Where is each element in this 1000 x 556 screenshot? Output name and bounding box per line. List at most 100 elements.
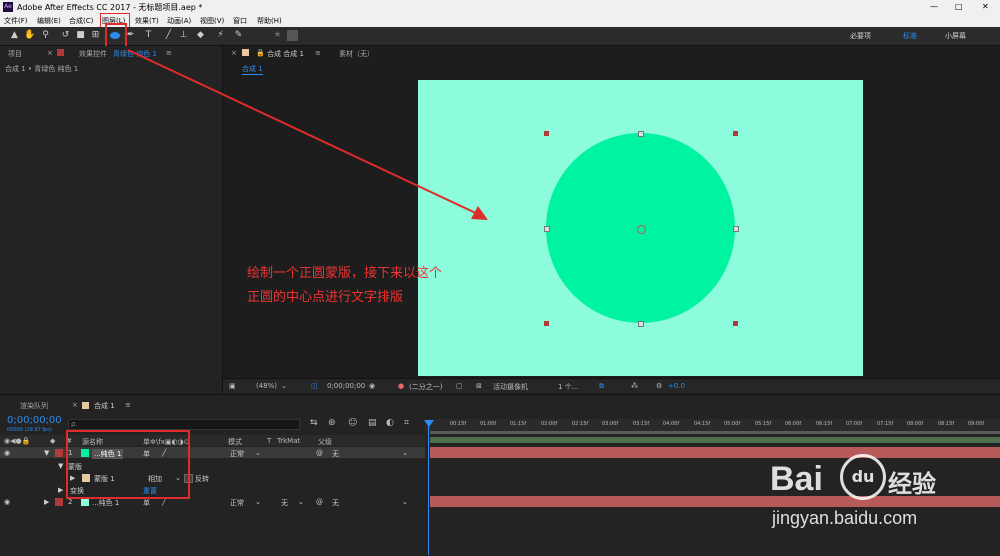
monitor-icon[interactable]: ▣ (229, 382, 236, 390)
visibility-eye-icon[interactable]: ◉ (4, 449, 10, 457)
color-channels-icon[interactable]: ● (398, 382, 404, 390)
comp-subtab[interactable]: 合成 1 (242, 64, 263, 75)
snapping-icon[interactable] (287, 30, 298, 41)
camera-tool-icon[interactable]: ■ (75, 30, 86, 41)
close-icon[interactable]: × (72, 401, 78, 409)
exposure-icon[interactable]: ⚙ (656, 382, 662, 390)
layer-mode[interactable]: 正常 (230, 498, 244, 508)
roto-brush-tool-icon[interactable]: ⚡ (215, 30, 226, 41)
chevron-down-icon[interactable]: ⌄ (255, 498, 261, 506)
zoom-tool-icon[interactable]: ⚲ (40, 30, 51, 41)
tab-render-queue[interactable]: 渲染队列 (20, 401, 48, 411)
transparency-grid-icon[interactable]: ⊠ (476, 382, 482, 390)
bbox-handle-top-left[interactable] (544, 131, 549, 136)
quality-switch-icon[interactable]: ╱ (162, 498, 166, 506)
draft-3d-icon[interactable]: ⊛ (328, 418, 336, 428)
playhead[interactable] (428, 425, 429, 555)
text-tool-icon[interactable]: T (143, 30, 154, 41)
roi-icon[interactable]: ▢ (456, 382, 463, 390)
chevron-down-icon[interactable]: ⌄ (402, 449, 408, 457)
anchor-point-icon[interactable] (637, 225, 646, 234)
panel-menu-icon[interactable]: ≡ (125, 401, 131, 409)
panel-menu-icon[interactable]: ≡ (166, 49, 172, 57)
comp-mini-flowchart-icon[interactable]: ⇆ (310, 418, 318, 428)
flowchart-icon[interactable]: ⁂ (631, 382, 638, 390)
layer-trkmat[interactable]: 无 (281, 498, 288, 508)
expand-arrow-icon[interactable]: ▼ (58, 462, 63, 470)
work-area-bar[interactable] (430, 431, 1000, 434)
eraser-tool-icon[interactable]: ◆ (195, 30, 206, 41)
expand-arrow-icon[interactable]: ▼ (44, 449, 49, 457)
mask-vertex-top[interactable] (638, 131, 644, 137)
panel-menu-icon[interactable]: ≡ (315, 49, 321, 57)
mask-vertex-bottom[interactable] (638, 321, 644, 327)
minimize-icon[interactable]: — (930, 2, 938, 11)
layer-mode[interactable]: 正常 (230, 449, 244, 459)
clone-stamp-tool-icon[interactable]: ⊥ (178, 30, 189, 41)
tab-comp-1[interactable]: 合成 1 (94, 401, 115, 411)
close-icon[interactable]: × (231, 49, 237, 57)
layer-row[interactable]: ◉ ▶ 2 ...纯色 1 单 ╱ 正常 ⌄ 无 ⌄ @ 无 ⌄ (0, 496, 425, 507)
column-parent[interactable]: 父级 (318, 437, 332, 447)
bbox-handle-bottom-right[interactable] (733, 321, 738, 326)
layer-parent[interactable]: 无 (332, 498, 339, 508)
layer-parent[interactable]: 无 (332, 449, 339, 459)
label-color-swatch[interactable] (55, 498, 63, 506)
menu-help[interactable]: 帮助(H) (257, 16, 282, 26)
hand-tool-icon[interactable]: ✋ (24, 30, 35, 41)
menu-animation[interactable]: 动画(A) (167, 16, 191, 26)
puppet-pin-tool-icon[interactable]: ✎ (233, 30, 244, 41)
expand-arrow-icon[interactable]: ▶ (44, 498, 49, 506)
close-icon[interactable]: ✕ (982, 2, 989, 11)
chevron-down-icon[interactable]: ⌄ (281, 382, 287, 390)
maximize-icon[interactable]: □ (955, 2, 963, 11)
expand-arrow-icon[interactable]: ▶ (58, 486, 63, 494)
layer-row[interactable]: ◉ ▼ 1 ...纯色 1 单 ╱ 正常 ⌄ @ 无 ⌄ (0, 447, 425, 459)
menu-effect[interactable]: 效果(T) (135, 16, 159, 26)
bbox-handle-top-right[interactable] (733, 131, 738, 136)
current-timecode[interactable]: 0;00;00;00 (7, 415, 62, 426)
menu-window[interactable]: 窗口 (233, 16, 247, 26)
mask-group-row[interactable]: ▼ 蒙版 (0, 460, 425, 471)
chevron-down-icon[interactable]: ⌄ (402, 498, 408, 506)
column-mode[interactable]: 模式 (228, 437, 242, 447)
selection-tool-icon[interactable]: ▲ (9, 30, 20, 41)
pickwhip-icon[interactable]: @ (316, 498, 323, 506)
workspace-standard[interactable]: 标准 (903, 31, 917, 41)
camera-view-select[interactable]: 活动摄像机 (493, 382, 528, 392)
bbox-handle-bottom-left[interactable] (544, 321, 549, 326)
timeline-search-input[interactable]: ρ. (68, 419, 300, 430)
close-icon[interactable]: × (47, 49, 53, 57)
time-ruler[interactable]: 00:15f 01:00f 01:15f 02:00f 02:15f 03:00… (425, 419, 1000, 431)
tab-project[interactable]: 项目 (8, 49, 22, 59)
tab-solid-layer[interactable]: 青绿色 纯色 1 (113, 49, 157, 59)
frame-blending-icon[interactable]: ▤ (368, 418, 377, 428)
tab-composition[interactable]: 合成 合成 1 (267, 49, 304, 59)
chevron-down-icon[interactable]: ⌄ (298, 498, 304, 506)
rotate-tool-icon[interactable]: ↺ (60, 30, 71, 41)
toggle-pixel-icon[interactable]: ⧉ (599, 382, 604, 391)
shy-icon[interactable]: ☺ (348, 418, 357, 428)
tab-footage[interactable]: 素材（无） (339, 49, 374, 59)
mask-vertex-left[interactable] (544, 226, 550, 232)
menu-file[interactable]: 文件(F) (4, 16, 28, 26)
tab-effect-controls[interactable]: 效果控件 (79, 49, 107, 59)
menu-edit[interactable]: 编辑(E) (37, 16, 61, 26)
resolution-select[interactable]: (二分之一) (409, 382, 442, 392)
pan-behind-tool-icon[interactable]: ⊞ (90, 30, 101, 41)
view-layout-select[interactable]: 1 个... (558, 382, 578, 392)
exposure-value[interactable]: +0.0 (668, 382, 685, 390)
workspace-small-screen[interactable]: 小屏幕 (945, 31, 966, 41)
transform-row[interactable]: ▶ 变换 重置 (0, 484, 425, 495)
label-color-swatch[interactable] (55, 449, 63, 457)
mask-row[interactable]: ▶ 蒙版 1 相加 ⌄ 反转 (0, 472, 425, 483)
menu-composition[interactable]: 合成(C) (69, 16, 93, 26)
viewer-timecode[interactable]: 0;00;00;00 (327, 382, 365, 390)
region-icon[interactable]: ◰ (311, 382, 318, 390)
shy-switch-icon[interactable]: 单 (143, 498, 150, 508)
chevron-down-icon[interactable]: ⌄ (255, 449, 261, 457)
snapshot-icon[interactable]: ◉ (369, 382, 375, 390)
mask-vertex-right[interactable] (733, 226, 739, 232)
brush-tool-icon[interactable]: ╱ (163, 30, 174, 41)
workspace-essentials[interactable]: 必要项 (850, 31, 871, 41)
